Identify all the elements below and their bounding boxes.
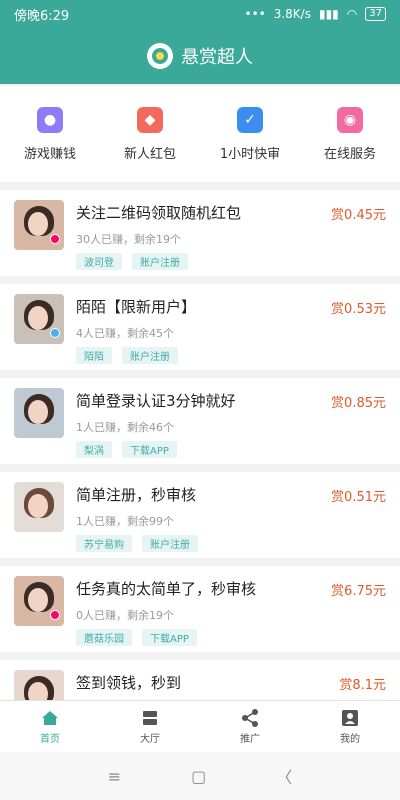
task-meta: 1人已赚，剩余46个 <box>76 421 174 434</box>
status-time: 傍晚6:29 <box>14 8 70 24</box>
task-tag: 陌陌 <box>76 347 112 364</box>
hall-icon <box>140 708 160 728</box>
battery-icon: 37 <box>365 7 386 21</box>
task-reward: 赏0.53元 <box>331 302 386 317</box>
status-indicators: ••• 3.8K/s ▮▮▮ ◠ 37 <box>244 7 386 21</box>
task-tag: 下载APP <box>122 441 177 458</box>
task-item[interactable]: 陌陌【限新用户】 4人已赚，剩余45个 陌陌 账户注册 赏0.53元 <box>0 284 400 370</box>
task-meta: 1人已赚，剩余99个 <box>76 515 174 528</box>
quick-action-label: 游戏赚钱 <box>23 146 76 162</box>
home-icon <box>40 708 60 728</box>
task-tag: 蘑菇乐园 <box>76 629 132 646</box>
signal-icon: ▮▮▮ <box>318 7 339 21</box>
status-bar: 傍晚6:29 ••• 3.8K/s ▮▮▮ ◠ 37 <box>0 0 400 28</box>
clipboard-check-icon: ✓ <box>237 106 263 133</box>
task-tag: 账户注册 <box>132 253 188 270</box>
task-reward: 赏0.51元 <box>331 490 386 505</box>
more-dots-icon: ••• <box>244 7 266 21</box>
tab-promote[interactable]: 推广 <box>215 701 285 752</box>
task-tag: 下载APP <box>142 629 197 646</box>
task-item[interactable]: 关注二维码领取随机红包 30人已赚，剩余19个 波司登 账户注册 赏0.45元 <box>0 190 400 276</box>
share-icon <box>240 708 260 728</box>
app-title: 悬赏超人 <box>181 47 253 68</box>
avatar <box>14 294 64 344</box>
tab-hall[interactable]: 大厅 <box>115 701 185 752</box>
gamepad-icon: ● <box>37 106 63 133</box>
avatar <box>14 200 64 250</box>
task-tag: 账户注册 <box>122 347 178 364</box>
app-logo-icon <box>147 43 173 69</box>
task-tag: 梨涡 <box>76 441 112 458</box>
task-meta: 30人已赚，剩余19个 <box>76 233 181 246</box>
tab-label: 首页 <box>40 734 60 745</box>
task-tag: 波司登 <box>76 253 122 270</box>
quick-action-label: 在线服务 <box>323 146 376 162</box>
quick-action-game[interactable]: ● 游戏赚钱 <box>5 106 95 162</box>
system-nav: ≡ ▢ 〈 <box>0 752 400 800</box>
quick-action-newcomer[interactable]: ◆ 新人红包 <box>105 106 195 162</box>
task-reward: 赏8.1元 <box>339 678 386 693</box>
red-envelope-icon: ◆ <box>137 106 163 133</box>
wifi-icon: ◠ <box>346 7 358 21</box>
network-speed: 3.8K/s <box>273 7 311 21</box>
tab-label: 大厅 <box>140 734 160 745</box>
back-icon[interactable]: 〈 <box>276 764 292 788</box>
tab-label: 我的 <box>340 734 360 745</box>
quick-action-service[interactable]: ◉ 在线服务 <box>305 106 395 162</box>
tab-label: 推广 <box>240 734 260 745</box>
task-reward: 赏6.75元 <box>331 584 386 599</box>
menu-icon[interactable]: ≡ <box>108 767 121 786</box>
app-header: 悬赏超人 <box>0 28 400 84</box>
tab-home[interactable]: 首页 <box>15 701 85 752</box>
task-list: 关注二维码领取随机红包 30人已赚，剩余19个 波司登 账户注册 赏0.45元 陌… <box>0 190 400 746</box>
task-tag: 账户注册 <box>142 535 198 552</box>
bottom-tabbar: 首页 大厅 推广 我的 <box>0 700 400 752</box>
task-tag: 苏宁易购 <box>76 535 132 552</box>
task-meta: 4人已赚，剩余45个 <box>76 327 174 340</box>
quick-actions: ● 游戏赚钱 ◆ 新人红包 ✓ 1小时快审 ◉ 在线服务 <box>0 86 400 182</box>
avatar <box>14 576 64 626</box>
quick-action-label: 1小时快审 <box>219 146 281 162</box>
task-reward: 赏0.45元 <box>331 208 386 223</box>
tab-mine[interactable]: 我的 <box>315 701 385 752</box>
avatar <box>14 482 64 532</box>
quick-action-fast-review[interactable]: ✓ 1小时快审 <box>205 106 295 162</box>
task-meta: 0人已赚，剩余19个 <box>76 609 174 622</box>
avatar <box>14 388 64 438</box>
task-item[interactable]: 简单注册，秒审核 1人已赚，剩余99个 苏宁易购 账户注册 赏0.51元 <box>0 472 400 558</box>
task-item[interactable]: 简单登录认证3分钟就好 1人已赚，剩余46个 梨涡 下载APP 赏0.85元 <box>0 378 400 464</box>
home-button-icon[interactable]: ▢ <box>191 767 206 786</box>
task-item[interactable]: 任务真的太简单了，秒审核 0人已赚，剩余19个 蘑菇乐园 下载APP 赏6.75元 <box>0 566 400 652</box>
quick-action-label: 新人红包 <box>123 146 176 162</box>
profile-icon <box>340 708 360 728</box>
headset-icon: ◉ <box>337 106 363 133</box>
task-reward: 赏0.85元 <box>331 396 386 411</box>
